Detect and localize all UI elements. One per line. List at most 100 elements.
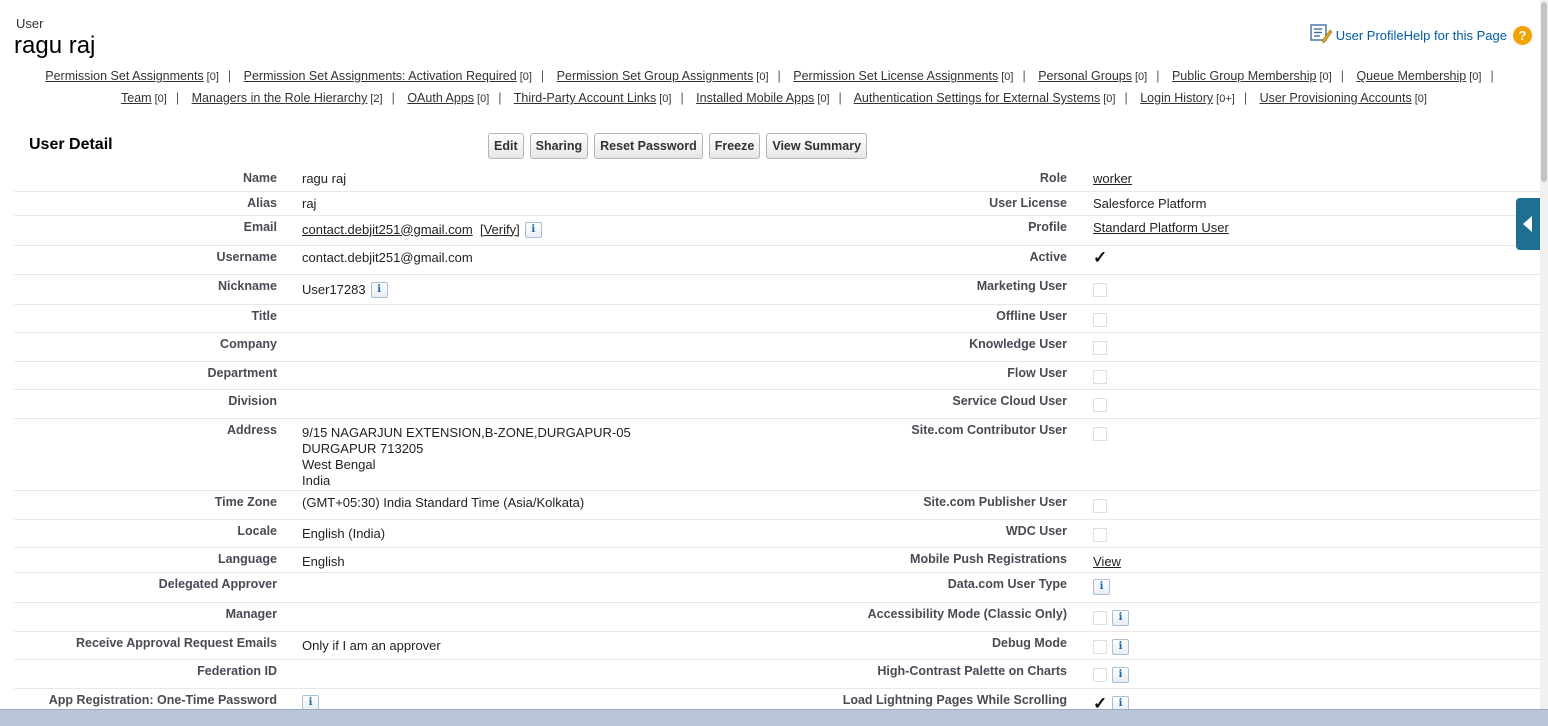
field-label: User License bbox=[803, 191, 1068, 216]
datacom-info-icon[interactable]: i bbox=[1093, 579, 1110, 596]
debug-mode-checkbox bbox=[1093, 640, 1107, 655]
table-row: Time Zone (GMT+05:30) India Standard Tim… bbox=[14, 490, 1540, 520]
related-team[interactable]: Team bbox=[121, 91, 152, 105]
nickname-value: User17283 bbox=[302, 281, 366, 297]
freeze-button[interactable]: Freeze bbox=[708, 133, 761, 159]
field-label: Nickname bbox=[14, 274, 277, 305]
role-link[interactable]: worker bbox=[1093, 171, 1132, 186]
division-value bbox=[277, 389, 803, 419]
bottom-bar bbox=[0, 709, 1548, 726]
offline-user-checkbox bbox=[1093, 313, 1107, 328]
field-label: Accessibility Mode (Classic Only) bbox=[803, 602, 1068, 632]
scrollbar-thumb[interactable] bbox=[1541, 2, 1547, 182]
help-icon[interactable]: ? bbox=[1513, 26, 1532, 45]
company-value bbox=[277, 332, 803, 362]
related-auth-settings-external[interactable]: Authentication Settings for External Sys… bbox=[854, 91, 1101, 105]
flow-user-checkbox bbox=[1093, 370, 1107, 385]
field-label: Alias bbox=[14, 191, 277, 216]
field-label: Knowledge User bbox=[803, 332, 1068, 362]
profile-help-link[interactable]: User ProfileHelp for this Page bbox=[1336, 28, 1507, 43]
email-link[interactable]: contact.debjit251@gmail.com bbox=[302, 222, 473, 237]
field-label: Locale bbox=[14, 519, 277, 548]
high-contrast-info-icon[interactable]: i bbox=[1112, 667, 1129, 684]
table-row: Receive Approval Request Emails Only if … bbox=[14, 631, 1540, 660]
department-value bbox=[277, 361, 803, 390]
nickname-info-icon[interactable]: i bbox=[370, 282, 388, 299]
related-permission-set-license[interactable]: Permission Set License Assignments bbox=[793, 69, 998, 83]
related-oauth-apps[interactable]: OAuth Apps bbox=[407, 91, 474, 105]
detail-buttons: Edit Sharing Reset Password Freeze View … bbox=[488, 133, 868, 159]
sharing-button[interactable]: Sharing bbox=[529, 133, 589, 159]
federation-id-value bbox=[277, 659, 803, 689]
field-label: Service Cloud User bbox=[803, 389, 1068, 419]
view-summary-button[interactable]: View Summary bbox=[766, 133, 868, 159]
high-contrast-checkbox bbox=[1093, 668, 1107, 683]
related-managers-role-hierarchy[interactable]: Managers in the Role Hierarchy bbox=[192, 91, 368, 105]
chevron-left-icon bbox=[1523, 216, 1532, 232]
address-value: 9/15 NAGARJUN EXTENSION,B-ZONE,DURGAPUR-… bbox=[277, 418, 803, 491]
related-personal-groups[interactable]: Personal Groups bbox=[1038, 69, 1132, 83]
manager-value bbox=[277, 602, 803, 632]
edit-button[interactable]: Edit bbox=[488, 133, 524, 159]
language-value: English bbox=[277, 547, 803, 573]
field-label: Marketing User bbox=[803, 274, 1068, 305]
reset-password-button[interactable]: Reset Password bbox=[594, 133, 703, 159]
field-label: Manager bbox=[14, 602, 277, 632]
related-login-history[interactable]: Login History bbox=[1140, 91, 1213, 105]
table-row: Username contact.debjit251@gmail.com Act… bbox=[14, 245, 1540, 275]
field-label: Division bbox=[14, 389, 277, 419]
related-user-provisioning-accounts[interactable]: User Provisioning Accounts bbox=[1260, 91, 1412, 105]
field-label: WDC User bbox=[803, 519, 1068, 548]
table-row: Department Flow User bbox=[14, 361, 1540, 390]
related-public-group-membership[interactable]: Public Group Membership bbox=[1172, 69, 1317, 83]
related-permission-set-assignments[interactable]: Permission Set Assignments bbox=[45, 69, 203, 83]
field-label: Federation ID bbox=[14, 659, 277, 689]
field-label: Name bbox=[14, 167, 277, 192]
vertical-scrollbar[interactable] bbox=[1540, 0, 1548, 712]
table-row: Address 9/15 NAGARJUN EXTENSION,B-ZONE,D… bbox=[14, 418, 1540, 491]
profile-link[interactable]: Standard Platform User bbox=[1093, 220, 1229, 235]
alias-value: raj bbox=[277, 191, 803, 216]
related-permission-set-activation[interactable]: Permission Set Assignments: Activation R… bbox=[244, 69, 517, 83]
field-label: Address bbox=[14, 418, 277, 491]
field-label: Company bbox=[14, 332, 277, 362]
page-title: ragu raj bbox=[14, 32, 96, 59]
marketing-user-checkbox bbox=[1093, 283, 1107, 298]
help-area: User ProfileHelp for this Page ? bbox=[1310, 24, 1532, 47]
mobile-push-view-link[interactable]: View bbox=[1093, 554, 1121, 569]
table-row: Title Offline User bbox=[14, 304, 1540, 333]
sidebar-toggle-tab[interactable] bbox=[1516, 198, 1540, 250]
table-row: Alias raj User License Salesforce Platfo… bbox=[14, 191, 1540, 216]
table-row: Delegated Approver Data.com User Type i bbox=[14, 572, 1540, 603]
related-installed-mobile-apps[interactable]: Installed Mobile Apps bbox=[696, 91, 814, 105]
related-queue-membership[interactable]: Queue Membership bbox=[1356, 69, 1466, 83]
table-row: Company Knowledge User bbox=[14, 332, 1540, 362]
site-publisher-checkbox bbox=[1093, 499, 1107, 514]
delegated-approver-value bbox=[277, 572, 803, 603]
active-checkbox: ✓ bbox=[1093, 248, 1108, 268]
wdc-user-checkbox bbox=[1093, 528, 1107, 543]
field-label: Debug Mode bbox=[803, 631, 1068, 660]
verify-email-link[interactable]: [Verify] bbox=[480, 222, 520, 237]
accessibility-info-icon[interactable]: i bbox=[1112, 610, 1129, 627]
field-label: Profile bbox=[803, 215, 1068, 246]
table-row: Division Service Cloud User bbox=[14, 389, 1540, 419]
debug-mode-info-icon[interactable]: i bbox=[1112, 639, 1129, 656]
service-cloud-user-checkbox bbox=[1093, 398, 1107, 413]
table-row: Locale English (India) WDC User bbox=[14, 519, 1540, 548]
field-label: Data.com User Type bbox=[803, 572, 1068, 603]
field-label: Role bbox=[803, 167, 1068, 192]
site-contributor-checkbox bbox=[1093, 427, 1107, 442]
field-label: Receive Approval Request Emails bbox=[14, 631, 277, 660]
field-label: Site.com Contributor User bbox=[803, 418, 1068, 491]
table-row: Language English Mobile Push Registratio… bbox=[14, 547, 1540, 573]
user-profile-icon bbox=[1310, 24, 1333, 47]
field-label: Time Zone bbox=[14, 490, 277, 520]
related-third-party-account-links[interactable]: Third-Party Account Links bbox=[514, 91, 656, 105]
receive-approval-value: Only if I am an approver bbox=[277, 631, 803, 660]
object-type-label: User bbox=[16, 16, 44, 31]
email-info-icon[interactable]: i bbox=[524, 222, 542, 239]
related-permission-set-group[interactable]: Permission Set Group Assignments bbox=[557, 69, 754, 83]
field-label: Title bbox=[14, 304, 277, 333]
user-detail-table: Name ragu raj Role worker Alias raj User… bbox=[14, 167, 1540, 717]
